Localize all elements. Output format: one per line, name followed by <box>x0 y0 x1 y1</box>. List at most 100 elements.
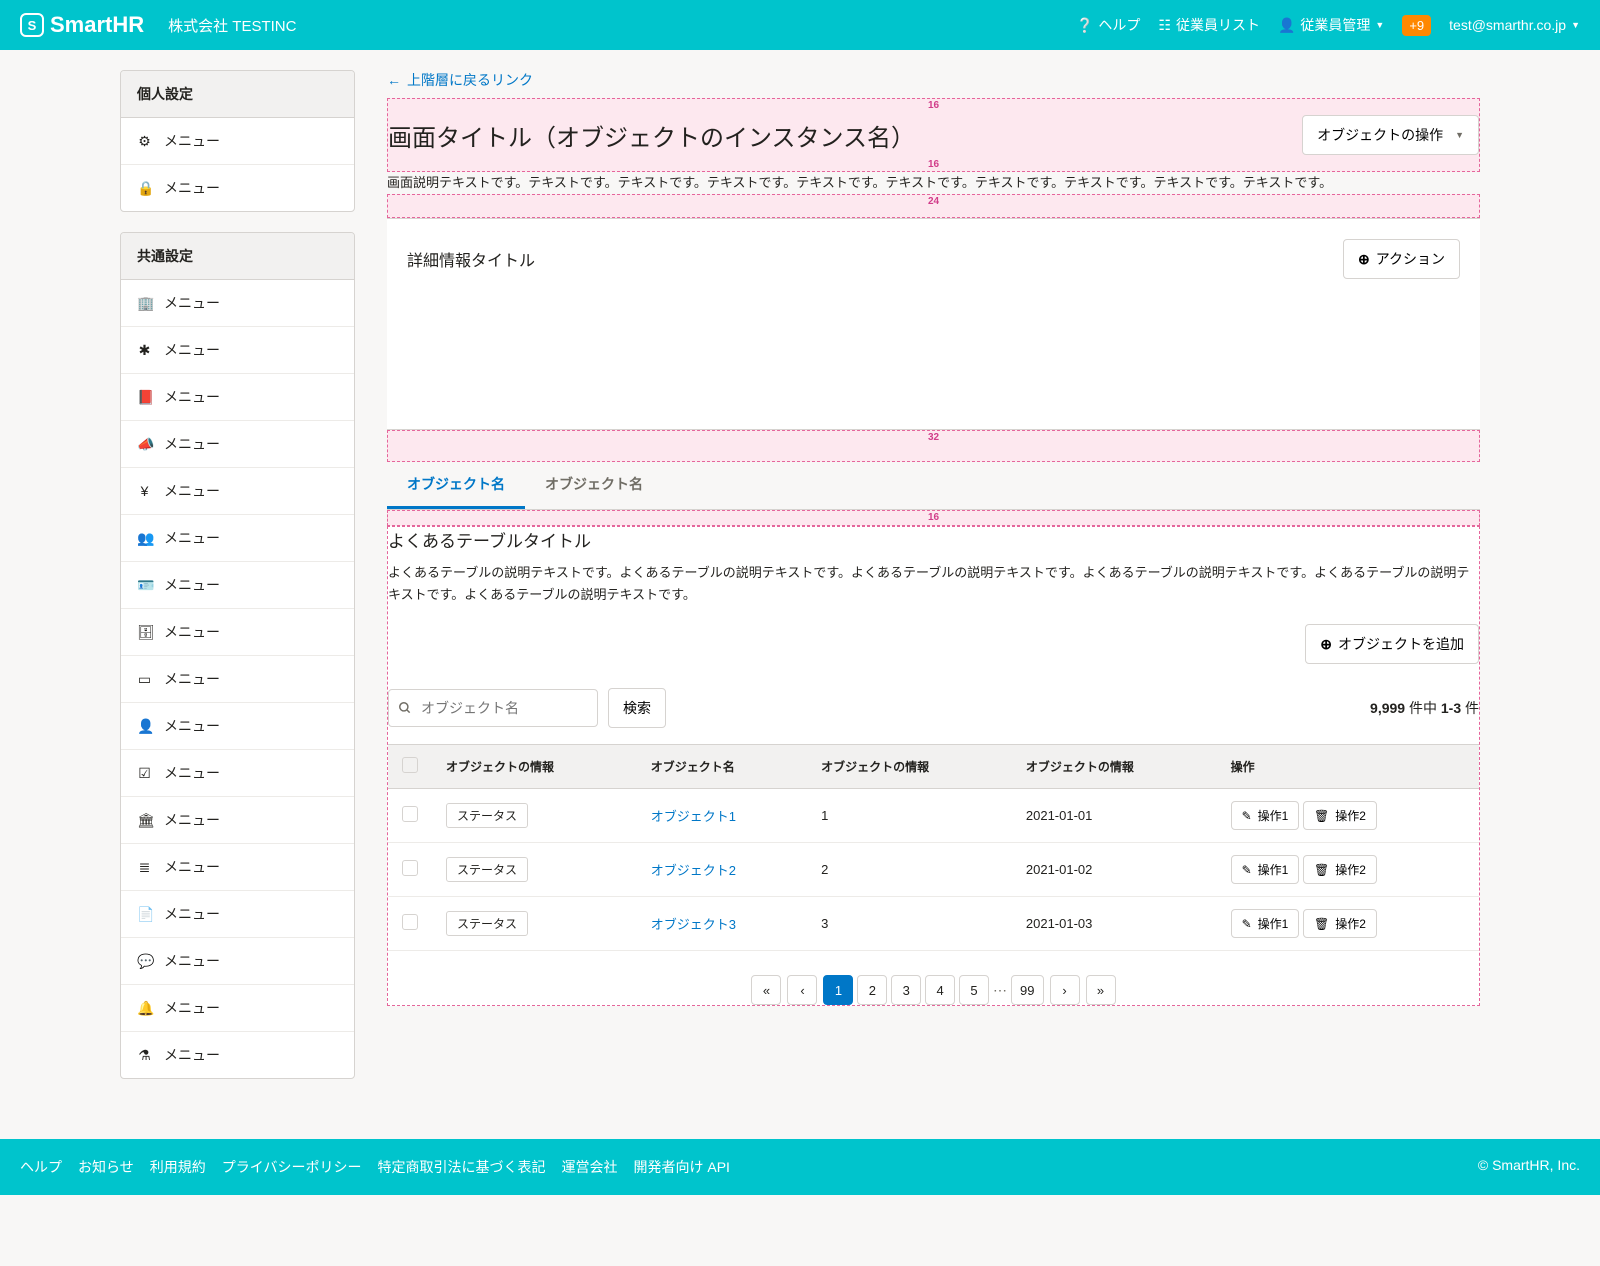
add-object-button[interactable]: ⊕ オブジェクトを追加 <box>1305 624 1479 664</box>
sidebar-item[interactable]: ✱メニュー <box>121 327 354 374</box>
sidebar-item-label: メニュー <box>164 951 220 971</box>
account-dropdown[interactable]: test@smarthr.co.jp ▼ <box>1449 17 1580 33</box>
menu-icon: 👥 <box>137 530 152 547</box>
pencil-icon: ✎ <box>1242 917 1252 931</box>
sidebar-item[interactable]: 🏢 メニュー <box>121 280 354 327</box>
sidebar-item[interactable]: ▭メニュー <box>121 656 354 703</box>
menu-icon: ⚗ <box>137 1047 152 1064</box>
footer-link[interactable]: 運営会社 <box>561 1157 617 1177</box>
pencil-icon: ✎ <box>1242 809 1252 823</box>
object-link[interactable]: オブジェクト1 <box>651 809 736 824</box>
sidebar-item[interactable]: 🔔メニュー <box>121 985 354 1032</box>
list-icon: ☷ <box>1158 17 1171 34</box>
menu-icon: 📄 <box>137 906 152 923</box>
sidebar-item-label: メニュー <box>164 622 220 642</box>
menu-icon: ¥ <box>137 483 152 499</box>
sidebar-item-label: メニュー <box>164 293 220 313</box>
menu-icon: ☑ <box>137 765 152 782</box>
sidebar-item-label: メニュー <box>164 998 220 1018</box>
employee-list-link[interactable]: ☷ 従業員リスト <box>1158 15 1260 35</box>
menu-icon: 🏛 <box>137 812 152 829</box>
sidebar-item[interactable]: 📄メニュー <box>121 891 354 938</box>
page-prev[interactable]: ‹ <box>787 975 817 1005</box>
page-next[interactable]: › <box>1050 975 1080 1005</box>
sidebar-item[interactable]: 🏛メニュー <box>121 797 354 844</box>
row-checkbox[interactable] <box>402 914 418 930</box>
sidebar: 個人設定 ⚙メニュー 🔒 メニュー 共通設定 🏢 メニュー ✱メニュー📕メニュー📣メニュ… <box>120 70 355 1099</box>
sidebar-item[interactable]: 💬メニュー <box>121 938 354 985</box>
sidebar-item[interactable]: ¥メニュー <box>121 468 354 515</box>
table-title: よくあるテーブルタイトル <box>388 527 1479 552</box>
row-action-2[interactable]: 🗑 操作2 <box>1303 909 1377 938</box>
employee-mgmt-dropdown[interactable]: 👤 従業員管理 ▼ <box>1278 15 1384 35</box>
sidebar-item[interactable]: 🗄メニュー <box>121 609 354 656</box>
search-button[interactable]: 検索 <box>608 688 666 728</box>
status-badge: ステータス <box>446 911 528 936</box>
spacing-annotation: 32 <box>387 430 1480 462</box>
row-action-1[interactable]: ✎ 操作1 <box>1231 855 1300 884</box>
page-description: 画面説明テキストです。テキストです。テキストです。テキストです。テキストです。テ… <box>387 172 1480 194</box>
sidebar-item-label: メニュー <box>164 387 220 407</box>
page-number[interactable]: 99 <box>1011 975 1043 1005</box>
footer-link[interactable]: お知らせ <box>78 1157 134 1177</box>
menu-icon: 🏢 <box>137 295 152 312</box>
table-row: ステータスオブジェクト222021-01-02✎ 操作1 🗑 操作2 <box>388 843 1479 897</box>
company-name: 株式会社 TESTINC <box>168 15 296 36</box>
footer-link[interactable]: プライバシーポリシー <box>222 1157 362 1177</box>
page-last[interactable]: » <box>1086 975 1116 1005</box>
copyright: © SmartHR, Inc. <box>1478 1157 1580 1177</box>
sidebar-heading: 個人設定 <box>121 71 354 118</box>
spacing-annotation: 24 <box>387 194 1480 218</box>
select-all-checkbox[interactable] <box>402 757 418 773</box>
object-link[interactable]: オブジェクト3 <box>651 917 736 932</box>
sidebar-item-label: メニュー <box>164 1045 220 1065</box>
footer-link[interactable]: 利用規約 <box>150 1157 206 1177</box>
back-link[interactable]: ← 上階層に戻るリンク <box>387 70 533 90</box>
page-first[interactable]: « <box>751 975 781 1005</box>
sidebar-item[interactable]: 📕メニュー <box>121 374 354 421</box>
sidebar-item[interactable]: 🪪メニュー <box>121 562 354 609</box>
sidebar-heading: 共通設定 <box>121 233 354 280</box>
row-action-2[interactable]: 🗑 操作2 <box>1303 801 1377 830</box>
sidebar-item[interactable]: 👤メニュー <box>121 703 354 750</box>
pencil-icon: ✎ <box>1242 863 1252 877</box>
sidebar-item-label: メニュー <box>164 857 220 877</box>
menu-icon: 🔒 <box>137 180 152 197</box>
logo[interactable]: S SmartHR <box>20 12 144 38</box>
sidebar-item[interactable]: ⚙メニュー <box>121 118 354 165</box>
row-action-2[interactable]: 🗑 操作2 <box>1303 855 1377 884</box>
notification-badge[interactable]: +9 <box>1402 15 1431 36</box>
help-link[interactable]: ❔ ヘルプ <box>1076 15 1140 35</box>
footer-link[interactable]: ヘルプ <box>20 1157 62 1177</box>
detail-action-button[interactable]: ⊕ アクション <box>1343 239 1460 279</box>
sidebar-item[interactable]: ☑メニュー <box>121 750 354 797</box>
table-description: よくあるテーブルの説明テキストです。よくあるテーブルの説明テキストです。よくある… <box>388 562 1479 606</box>
caret-down-icon: ▼ <box>1571 20 1580 30</box>
sidebar-item[interactable]: 📣メニュー <box>121 421 354 468</box>
object-action-dropdown[interactable]: オブジェクトの操作 <box>1302 115 1479 155</box>
row-action-1[interactable]: ✎ 操作1 <box>1231 801 1300 830</box>
row-checkbox[interactable] <box>402 806 418 822</box>
sidebar-item[interactable]: 👥メニュー <box>121 515 354 562</box>
page-number[interactable]: 4 <box>925 975 955 1005</box>
page-number[interactable]: 3 <box>891 975 921 1005</box>
main-content: ← 上階層に戻るリンク 16 画面タイトル（オブジェクトのインスタンス名） オブ… <box>387 70 1480 1006</box>
tab-object-2[interactable]: オブジェクト名 <box>525 462 663 509</box>
object-link[interactable]: オブジェクト2 <box>651 863 736 878</box>
page-number[interactable]: 1 <box>823 975 853 1005</box>
sidebar-item[interactable]: ≣メニュー <box>121 844 354 891</box>
footer-link[interactable]: 開発者向け API <box>633 1157 729 1177</box>
sidebar-item[interactable]: ⚗ メニュー <box>121 1032 354 1078</box>
page-number[interactable]: 2 <box>857 975 887 1005</box>
row-checkbox[interactable] <box>402 860 418 876</box>
tab-object-1[interactable]: オブジェクト名 <box>387 462 525 509</box>
sidebar-group-personal: 個人設定 ⚙メニュー 🔒 メニュー <box>120 70 355 212</box>
search-input[interactable] <box>388 689 598 727</box>
row-action-1[interactable]: ✎ 操作1 <box>1231 909 1300 938</box>
sidebar-item-label: メニュー <box>164 131 220 151</box>
page-number[interactable]: 5 <box>959 975 989 1005</box>
footer-link[interactable]: 特定商取引法に基づく表記 <box>377 1157 545 1177</box>
page-title: 画面タイトル（オブジェクトのインスタンス名） <box>388 118 915 153</box>
sidebar-item-label: メニュー <box>164 178 220 198</box>
sidebar-item[interactable]: 🔒 メニュー <box>121 165 354 211</box>
